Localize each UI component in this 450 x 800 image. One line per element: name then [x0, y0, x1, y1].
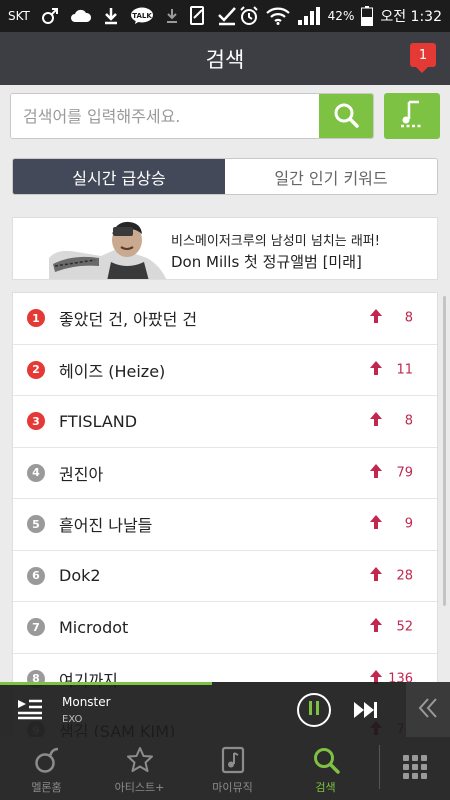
- keyword-row[interactable]: 4 권진아 79: [13, 448, 437, 499]
- keyword-row[interactable]: 7 Microdot 52: [13, 602, 437, 654]
- search-icon: [312, 746, 340, 774]
- notification-badge[interactable]: 1: [410, 43, 436, 73]
- rank-badge: 2: [27, 360, 45, 379]
- keyword-row[interactable]: 1 좋았던 건, 아팠던 건 8: [13, 293, 437, 345]
- keyword-row[interactable]: 5 흩어진 나날들 9: [13, 499, 437, 551]
- nav-search[interactable]: 검색: [279, 737, 372, 800]
- rank-badge: 5: [27, 515, 45, 534]
- talk-badge-text: TALK: [132, 12, 152, 20]
- cloud-icon: [70, 9, 92, 23]
- nav-my-music[interactable]: 마이뮤직: [186, 737, 279, 800]
- battery-icon: [361, 6, 374, 26]
- my-music-icon: [219, 746, 247, 774]
- nav-label: 멜론홈: [31, 781, 62, 794]
- rising-arrow-icon: [369, 411, 383, 431]
- banner-subline: Don Mills 첫 정규앨범 [미래]: [171, 253, 362, 271]
- banner-headline: 비스메이저크루의 남성미 넘치는 래퍼!: [171, 234, 380, 249]
- keyword-tabs: 실시간 급상승 일간 인기 키워드: [12, 158, 438, 195]
- pause-button[interactable]: [297, 693, 331, 727]
- double-chevron-left-icon: [417, 697, 439, 723]
- rank-change-value: 28: [396, 568, 413, 584]
- keyword-label: 권진아: [59, 464, 104, 484]
- notification-count: 1: [418, 47, 428, 63]
- rank-change-value: 11: [396, 362, 413, 378]
- grid-menu-icon: [402, 754, 428, 784]
- rank-badge: 3: [27, 412, 45, 431]
- nav-label: 아티스트+: [114, 781, 165, 794]
- nav-artist-plus[interactable]: 아티스트+: [93, 737, 186, 800]
- artist-photo: [49, 218, 167, 279]
- search-bar: [10, 93, 440, 139]
- male-symbol-icon: [41, 7, 59, 25]
- search-input[interactable]: [11, 94, 319, 138]
- promo-banner[interactable]: 비스메이저크루의 남성미 넘치는 래퍼! Don Mills 첫 정규앨범 [미…: [12, 217, 438, 280]
- rank-change-value: 52: [396, 619, 413, 635]
- rank-badge: 4: [27, 463, 45, 482]
- rank-change-value: 79: [396, 465, 413, 481]
- download-icon: [103, 7, 119, 25]
- search-icon: [333, 102, 359, 132]
- rank-change-value: 8: [404, 310, 413, 326]
- keyword-row[interactable]: 6 Dok2 28: [13, 551, 437, 602]
- tab-realtime-rising[interactable]: 실시간 급상승: [13, 159, 225, 194]
- star-icon: [126, 746, 154, 774]
- rising-arrow-icon: [369, 514, 383, 534]
- song-artist: EXO: [62, 714, 83, 725]
- collapse-player-button[interactable]: [406, 682, 450, 737]
- next-track-icon[interactable]: [352, 700, 380, 720]
- nav-label: 검색: [315, 781, 336, 794]
- rising-arrow-icon: [369, 360, 383, 380]
- keyword-label: 헤이즈 (Heize): [59, 361, 166, 381]
- page-title: 검색: [205, 47, 245, 72]
- rank-change-value: 9: [404, 516, 413, 532]
- carrier-label: SKT: [8, 9, 30, 23]
- bottom-navigation: 멜론홈 아티스트+ 마이뮤직 검색: [0, 737, 450, 800]
- keyword-label: 좋았던 건, 아팠던 건: [59, 310, 198, 330]
- search-box: [10, 93, 374, 139]
- keyword-label: 흩어진 나날들: [59, 516, 153, 536]
- keyword-label: FTISLAND: [59, 411, 138, 431]
- nav-more-menu[interactable]: [380, 737, 450, 800]
- rising-arrow-icon: [369, 566, 383, 586]
- song-title: Monster: [62, 695, 111, 709]
- app-header: 검색 1: [0, 32, 450, 85]
- music-note-icon: [399, 99, 425, 133]
- rising-arrow-icon: [369, 463, 383, 483]
- status-bar: SKT TALK 42% 오전 1:32: [0, 0, 450, 32]
- pause-icon: [307, 700, 321, 720]
- wifi-icon: [265, 7, 290, 25]
- search-button[interactable]: [319, 94, 373, 138]
- rank-badge: 1: [27, 309, 45, 328]
- melon-home-icon: [33, 746, 61, 774]
- rising-arrow-icon: [369, 617, 383, 637]
- keyword-row[interactable]: 3 FTISLAND 8: [13, 396, 437, 448]
- now-playing-bar[interactable]: Monster EXO: [0, 682, 450, 737]
- alarm-clock-icon: [239, 6, 259, 26]
- nav-melon-home[interactable]: 멜론홈: [0, 737, 93, 800]
- memo-icon: [189, 6, 206, 26]
- tab-daily-popular[interactable]: 일간 인기 키워드: [225, 159, 437, 194]
- kakaotalk-icon: TALK: [130, 7, 154, 25]
- checkmark-icon: [217, 6, 237, 26]
- list-scrollbar[interactable]: [443, 296, 446, 606]
- rank-change-value: 8: [404, 413, 413, 429]
- rank-badge: 7: [27, 618, 45, 637]
- clock-time: 오전 1:32: [380, 9, 442, 25]
- music-recognition-button[interactable]: [384, 93, 440, 139]
- battery-percent: 42%: [327, 9, 355, 23]
- rising-arrow-icon: [369, 308, 383, 328]
- keyword-label: Dok2: [59, 566, 101, 586]
- download-small-icon: [165, 8, 179, 24]
- keyword-label: Microdot: [59, 617, 129, 637]
- playback-progress[interactable]: [0, 682, 212, 685]
- keyword-row[interactable]: 2 헤이즈 (Heize) 11: [13, 345, 437, 396]
- rank-badge: 6: [27, 566, 45, 585]
- nav-label: 마이뮤직: [212, 781, 253, 794]
- signal-icon: [297, 6, 321, 26]
- playlist-icon[interactable]: [16, 697, 44, 721]
